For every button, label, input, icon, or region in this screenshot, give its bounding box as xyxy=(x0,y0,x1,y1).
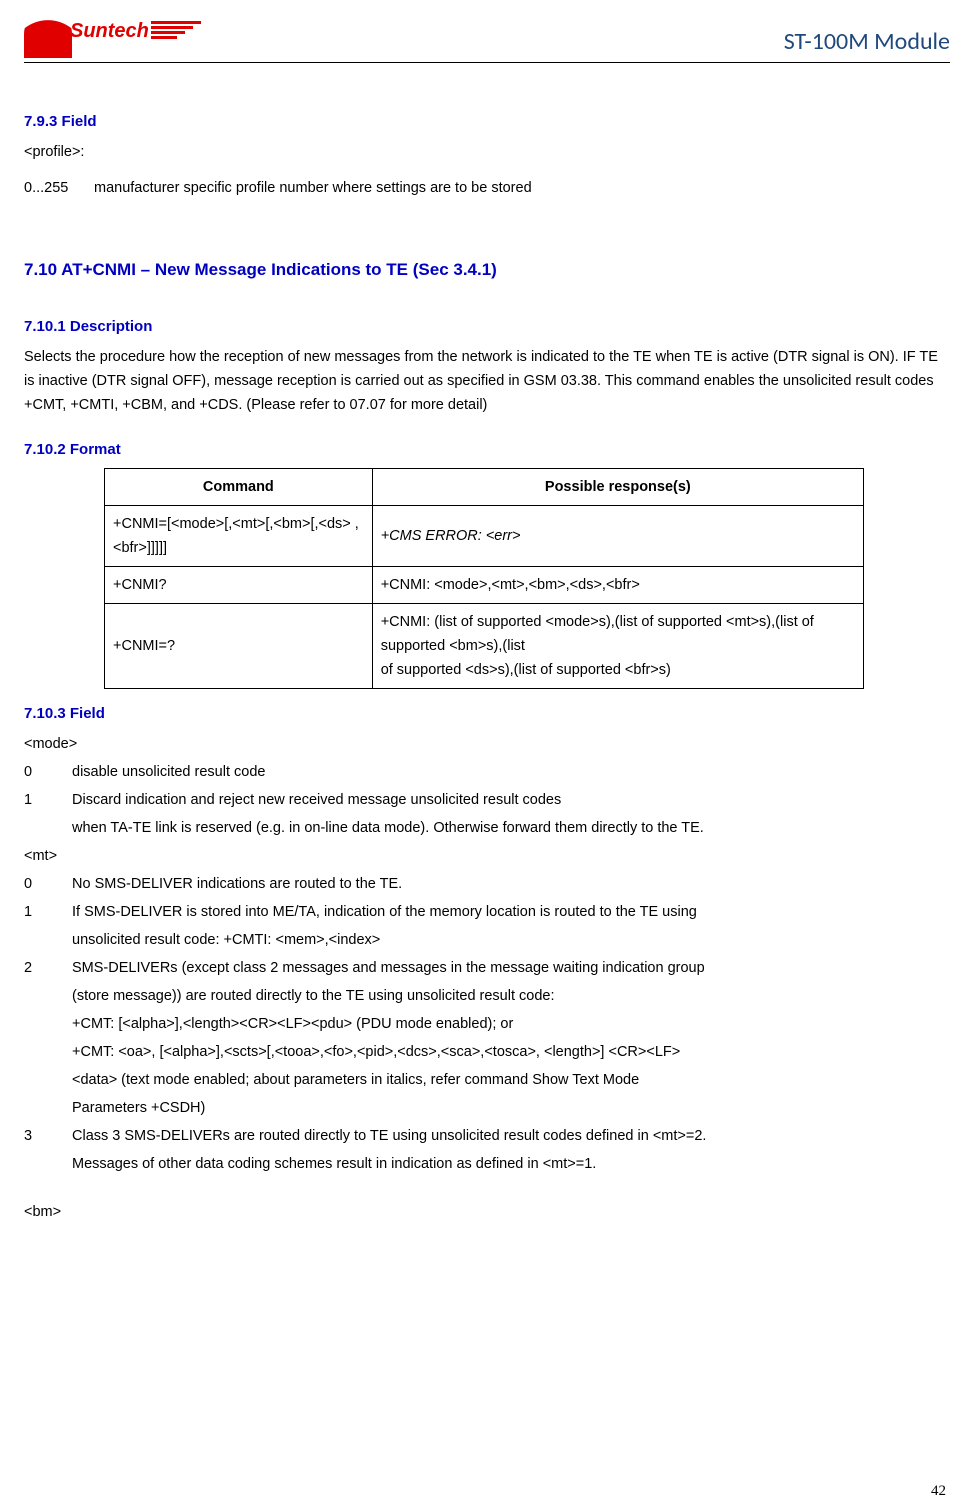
mode-0-val: disable unsolicited result code xyxy=(72,760,265,784)
logo: Suntech xyxy=(24,10,201,58)
content: 7.9.3 Field <profile>: 0...255 manufactu… xyxy=(24,63,950,1224)
header-title: ST-100M Module xyxy=(784,27,950,58)
logo-text: Suntech xyxy=(70,20,149,49)
mode-1-key: 1 xyxy=(24,788,72,812)
bm-label: <bm> xyxy=(24,1200,950,1224)
profile-label: <profile>: xyxy=(24,140,950,164)
mt-2-c4: <data> (text mode enabled; about paramet… xyxy=(72,1068,950,1092)
heading-7-10-1: 7.10.1 Description xyxy=(24,318,950,335)
mode-1-val: Discard indication and reject new receiv… xyxy=(72,788,561,812)
sun-icon xyxy=(24,10,72,58)
cell-r1c2: +CMS ERROR: <err> xyxy=(372,506,863,567)
command-table: Command Possible response(s) +CNMI=[<mod… xyxy=(104,468,864,689)
mode-1-cont: when TA-TE link is reserved (e.g. in on-… xyxy=(72,816,950,840)
mt-1-cont: unsolicited result code: +CMTI: <mem>,<i… xyxy=(72,928,950,952)
mt-0-key: 0 xyxy=(24,872,72,896)
cell-r2c1: +CNMI? xyxy=(105,567,373,604)
mt-3-val: Class 3 SMS-DELIVERs are routed directly… xyxy=(72,1124,706,1148)
heading-7-10-2: 7.10.2 Format xyxy=(24,441,950,458)
mt-3-key: 3 xyxy=(24,1124,72,1148)
stripes-icon xyxy=(151,21,201,47)
th-response: Possible response(s) xyxy=(372,469,863,506)
profile-key: 0...255 xyxy=(24,176,94,200)
profile-val: manufacturer specific profile number whe… xyxy=(94,176,532,200)
mt-1-key: 1 xyxy=(24,900,72,924)
mt-2: 2 SMS-DELIVERs (except class 2 messages … xyxy=(24,956,950,980)
mt-2-key: 2 xyxy=(24,956,72,980)
mt-2-val: SMS-DELIVERs (except class 2 messages an… xyxy=(72,956,705,980)
mt-0-val: No SMS-DELIVER indications are routed to… xyxy=(72,872,402,896)
desc-7-10-1: Selects the procedure how the reception … xyxy=(24,345,950,417)
mt-3: 3 Class 3 SMS-DELIVERs are routed direct… xyxy=(24,1124,950,1148)
mt-2-c2: +CMT: [<alpha>],<length><CR><LF><pdu> (P… xyxy=(72,1012,950,1036)
mt-2-c5: Parameters +CSDH) xyxy=(72,1096,950,1120)
mode-0: 0 disable unsolicited result code xyxy=(24,760,950,784)
mt-0: 0 No SMS-DELIVER indications are routed … xyxy=(24,872,950,896)
mode-1: 1 Discard indication and reject new rece… xyxy=(24,788,950,812)
cell-r1c1: +CNMI=[<mode>[,<mt>[,<bm>[,<ds> ,<bfr>]]… xyxy=(105,506,373,567)
heading-7-10: 7.10 AT+CNMI – New Message Indications t… xyxy=(24,260,950,280)
th-command: Command xyxy=(105,469,373,506)
profile-row: 0...255 manufacturer specific profile nu… xyxy=(24,176,950,200)
heading-7-9-3: 7.9.3 Field xyxy=(24,113,950,130)
mt-3-cont: Messages of other data coding schemes re… xyxy=(72,1152,950,1176)
cell-r2c2: +CNMI: <mode>,<mt>,<bm>,<ds>,<bfr> xyxy=(372,567,863,604)
heading-7-10-3: 7.10.3 Field xyxy=(24,705,950,722)
cell-r3c1: +CNMI=? xyxy=(105,604,373,689)
cell-r3c2: +CNMI: (list of supported <mode>s),(list… xyxy=(372,604,863,689)
mt-2-c1: (store message)) are routed directly to … xyxy=(72,984,950,1008)
mode-0-key: 0 xyxy=(24,760,72,784)
mt-2-c3: +CMT: <oa>, [<alpha>],<scts>[,<tooa>,<fo… xyxy=(72,1040,950,1064)
page-number: 42 xyxy=(931,1483,946,1500)
mt-1-val: If SMS-DELIVER is stored into ME/TA, ind… xyxy=(72,900,697,924)
mt-1: 1 If SMS-DELIVER is stored into ME/TA, i… xyxy=(24,900,950,924)
mt-label: <mt> xyxy=(24,844,950,868)
page-header: Suntech ST-100M Module xyxy=(24,10,950,63)
mode-label: <mode> xyxy=(24,732,950,756)
